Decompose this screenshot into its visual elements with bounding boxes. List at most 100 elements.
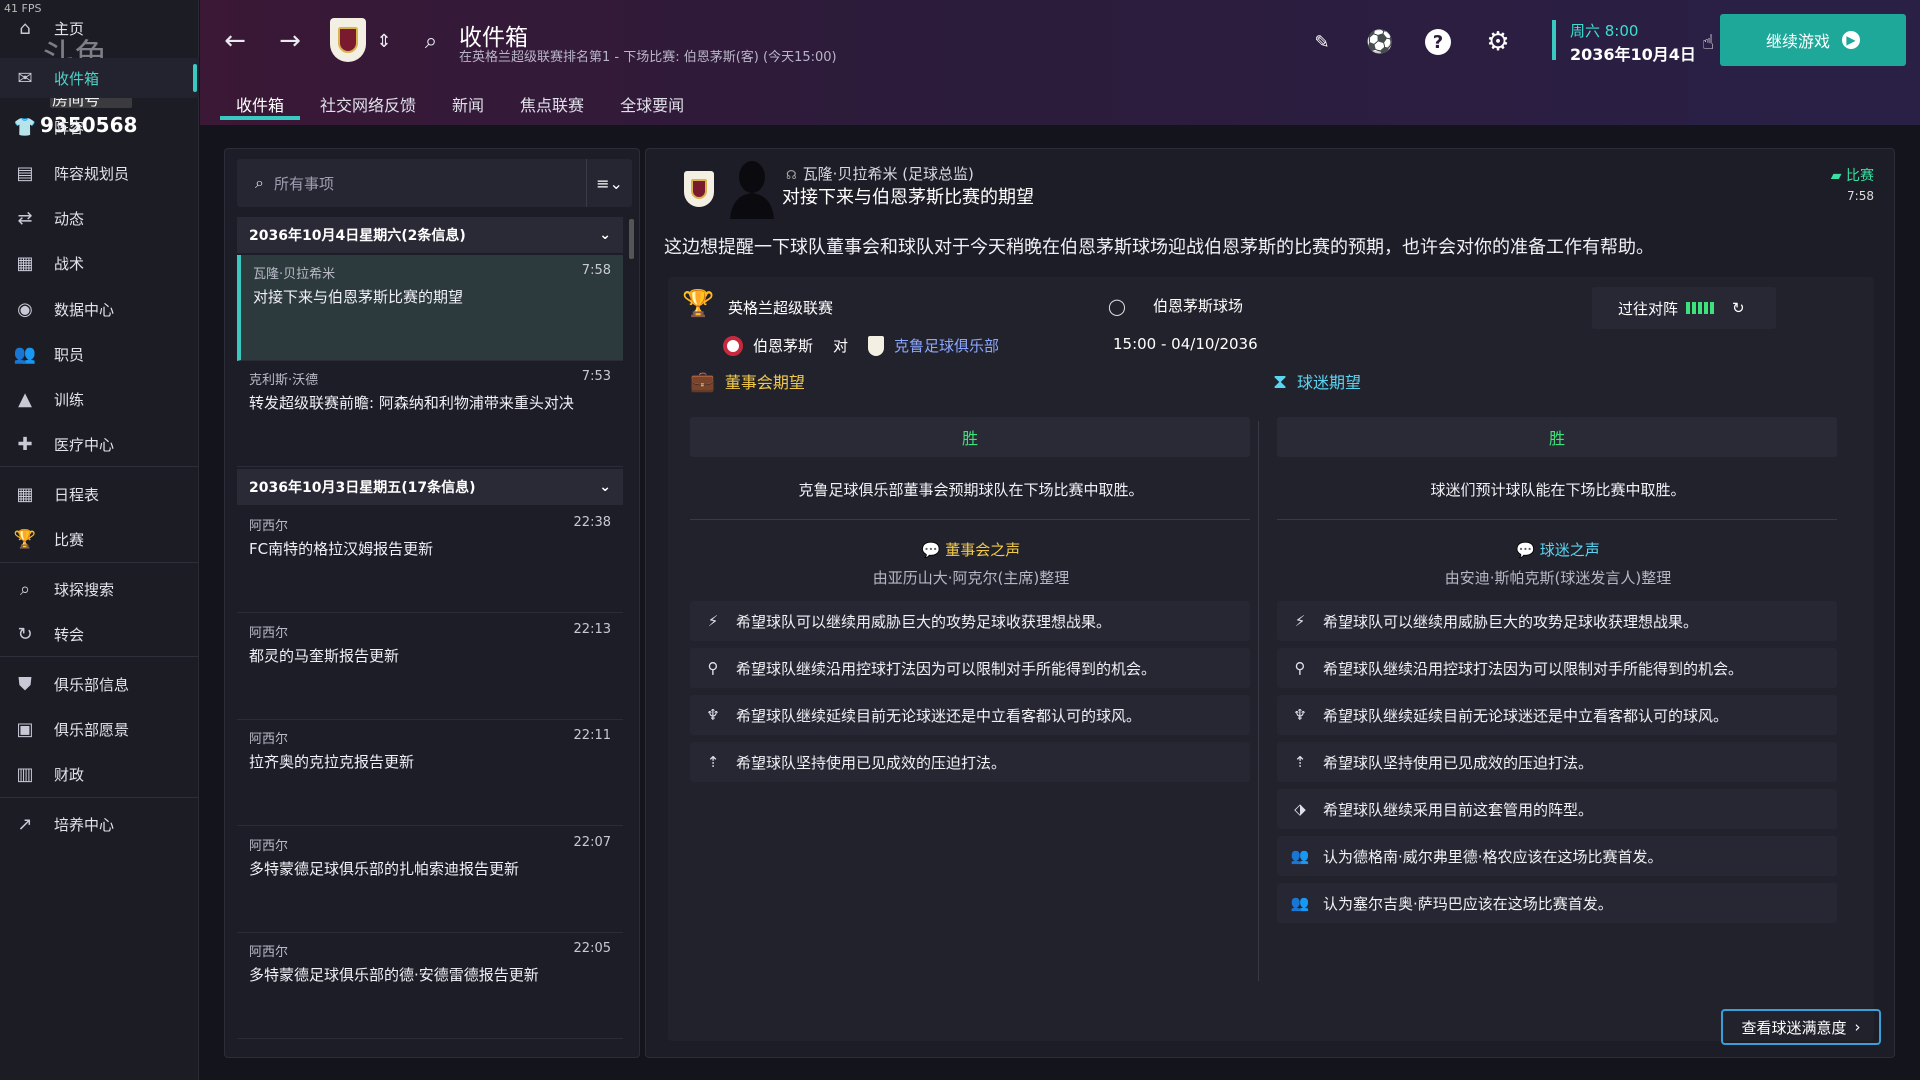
sidebar-item-scouting[interactable]: ⌕ 球探搜索 <box>0 569 199 609</box>
continue-label: 继续游戏 <box>1765 32 1830 51</box>
message-item[interactable]: 阿西尔 22:05 多特蒙德足球俱乐部的德·安德雷德报告更新 <box>237 933 623 1039</box>
fans-result: 胜 <box>1277 417 1837 457</box>
sidebar-item-dynamics[interactable]: ⇄ 动态 <box>0 198 199 238</box>
away-team[interactable]: 克鲁足球俱乐部 <box>894 335 999 356</box>
settings-button[interactable]: ⚙ <box>1482 26 1514 58</box>
voice-text: 希望球队坚持使用已见成效的压迫打法。 <box>1323 753 1594 772</box>
board-header: 💼 董事会期望 <box>690 369 805 393</box>
inbox-filter[interactable]: ⌕ 所有事项 ≡⌄ <box>237 159 632 207</box>
message-item[interactable]: 克利斯·沃德 7:53 转发超级联赛前瞻: 阿森纳和利物浦带来重头对决 <box>237 361 623 467</box>
sidebar-item-home[interactable]: ⌂ 主页 <box>0 8 199 48</box>
sidebar-item-data-hub[interactable]: ◉ 数据中心 <box>0 289 199 329</box>
tab-social-feed[interactable]: 社交网络反馈 <box>302 88 434 120</box>
sidebar-item-squad[interactable]: 👕 阵容 <box>0 107 199 147</box>
sidebar-item-label: 收件箱 <box>54 69 100 88</box>
fan-expectations: ⧗ 球迷期望 胜 球迷们预计球队能在下场比赛中取胜。 💬 球迷之声 由安迪·斯帕克… <box>1265 369 1851 975</box>
pencil-icon: ✎ <box>1314 31 1330 53</box>
message-time: 22:13 <box>573 622 611 637</box>
board-expectations: 💼 董事会期望 胜 克鲁足球俱乐部董事会预期球队在下场比赛中取胜。 💬 董事会之声… <box>678 369 1264 975</box>
sidebar-item-label: 主页 <box>54 19 85 38</box>
top-bar: ← → ⇕ ⌕ 收件箱 在英格兰超级联赛排名第1 - 下场比赛: 伯恩茅斯(客)… <box>200 0 1920 125</box>
club-crest-button[interactable] <box>330 18 366 62</box>
tab-inbox[interactable]: 收件箱 <box>218 88 302 120</box>
sidebar-item-finances[interactable]: ▥ 财政 <box>0 754 199 794</box>
message-from: 阿西尔 <box>249 519 289 534</box>
voice-text: 希望球队继续延续目前无论球迷还是中立看客都认可的球风。 <box>1323 706 1729 725</box>
football-button[interactable]: ⚽ <box>1364 26 1396 58</box>
club-switch-button[interactable]: ⇕ <box>367 24 401 58</box>
sidebar-item-label: 球探搜索 <box>54 580 115 599</box>
forward-button[interactable]: → <box>273 24 307 58</box>
message-subject: 拉齐奥的克拉克报告更新 <box>249 753 415 771</box>
competition-name[interactable]: 英格兰超级联赛 <box>728 297 833 318</box>
day-group-header[interactable]: 2036年10月4日星期六(2条信息) ⌄ <box>237 217 623 253</box>
message-item[interactable]: 阿西尔 22:11 拉齐奥的克拉克报告更新 <box>237 720 623 826</box>
sidebar-divider <box>0 797 199 798</box>
message-from: 克利斯·沃德 <box>249 373 319 388</box>
dynamics-icon: ⇄ <box>17 207 33 229</box>
tab-world-news[interactable]: 全球要闻 <box>602 88 702 120</box>
home-team[interactable]: 伯恩茅斯 <box>753 335 813 356</box>
sidebar-item-schedule[interactable]: ▦ 日程表 <box>0 474 199 514</box>
scrollbar[interactable] <box>629 219 634 259</box>
message-item[interactable]: 阿西尔 22:13 都灵的马奎斯报告更新 <box>237 614 623 720</box>
message-subject-title: 对接下来与伯恩茅斯比赛的期望 <box>782 187 1034 208</box>
message-item[interactable]: 瓦隆·贝拉希米 7:58 对接下来与伯恩茅斯比赛的期望 <box>237 255 623 361</box>
vs-label: 对 <box>833 337 849 355</box>
venue-name[interactable]: 伯恩茅斯球场 <box>1153 295 1243 316</box>
sidebar-item-inbox[interactable]: ✉ 收件箱 <box>0 58 199 98</box>
sidebar-item-medical[interactable]: ✚ 医疗中心 <box>0 424 199 464</box>
continue-button[interactable]: 继续游戏 ▶ <box>1720 14 1906 66</box>
gear-icon: ⚙ <box>1486 27 1510 57</box>
menu-icon: ≡⌄ <box>596 173 623 193</box>
message-item[interactable]: 阿西尔 22:38 FC南特的格拉汉姆报告更新 <box>237 507 623 613</box>
sidebar-item-development[interactable]: ↗ 培养中心 <box>0 804 199 844</box>
view-fan-satisfaction-button[interactable]: 查看球迷满意度 › <box>1721 1009 1881 1045</box>
sender-name[interactable]: ☊ 瓦隆·贝拉希米 (足球总监) <box>786 163 974 184</box>
message-subject: 转发超级联赛前瞻: 阿森纳和利物浦带来重头对决 <box>249 394 574 412</box>
tab-news[interactable]: 新闻 <box>434 88 502 120</box>
club-crest-icon <box>338 27 358 53</box>
message-item[interactable]: 阿西尔 22:07 多特蒙德足球俱乐部的扎帕索迪报告更新 <box>237 827 623 933</box>
edit-button[interactable]: ✎ <box>1306 26 1338 58</box>
back-button[interactable]: ← <box>218 24 252 58</box>
home-icon: ⌂ <box>19 17 31 39</box>
sidebar-item-label: 战术 <box>54 254 85 273</box>
help-icon: ? <box>1425 29 1451 55</box>
message-time: 7:58 <box>581 263 611 278</box>
day-group-header[interactable]: 2036年10月3日星期五(17条信息) ⌄ <box>237 469 623 505</box>
stadium-icon: ◯ <box>1108 297 1126 316</box>
chevron-down-icon: ⌄ <box>599 479 611 495</box>
sidebar-item-label: 阵容 <box>54 118 85 137</box>
search-button[interactable]: ⌕ <box>414 24 448 58</box>
arrow-right-circle-icon: ▶ <box>1842 31 1860 49</box>
help-button[interactable]: ? <box>1422 26 1454 58</box>
sidebar-item-label: 俱乐部愿景 <box>54 720 130 739</box>
sidebar-item-club-vision[interactable]: ▣ 俱乐部愿景 <box>0 709 199 749</box>
page-subtitle: 在英格兰超级联赛排名第1 - 下场比赛: 伯恩茅斯(客) (今天15:00) <box>459 50 837 65</box>
players-icon: 👥 <box>1290 847 1310 865</box>
sidebar-item-club-info[interactable]: ⛊ 俱乐部信息 <box>0 664 199 704</box>
board-title: 董事会期望 <box>724 373 805 392</box>
sidebar-item-transfers[interactable]: ↻ 转会 <box>0 614 199 654</box>
sidebar-item-training[interactable]: ▲ 训练 <box>0 379 199 419</box>
sidebar-item-label: 动态 <box>54 209 85 228</box>
sidebar-item-staff[interactable]: 👥 职员 <box>0 334 199 374</box>
arrow-left-icon: ← <box>224 26 246 56</box>
sidebar-item-label: 职员 <box>54 345 85 364</box>
message-time: 22:11 <box>573 728 611 743</box>
filter-menu-button[interactable]: ≡⌄ <box>586 159 632 207</box>
head-to-head-button[interactable]: 过往对阵 ↻ <box>1592 287 1776 329</box>
fans-voice-title: 球迷之声 <box>1539 541 1600 559</box>
sidebar-item-label: 转会 <box>54 625 85 644</box>
inbox-filter-input[interactable]: 所有事项 <box>274 173 586 194</box>
sidebar-item-tactics[interactable]: ▦ 战术 <box>0 243 199 283</box>
sender-avatar[interactable] <box>728 157 776 219</box>
sidebar-item-competitions[interactable]: 🏆 比赛 <box>0 519 199 559</box>
style-icon: ♆ <box>706 706 720 724</box>
voice-text: 希望球队可以继续用威胁巨大的攻势足球收获理想战果。 <box>736 612 1112 631</box>
game-date[interactable]: 周六 8:00 2036年10月4日 <box>1552 20 1696 64</box>
tab-focus-leagues[interactable]: 焦点联赛 <box>502 88 602 120</box>
sidebar-item-squad-planner[interactable]: ▤ 阵容规划员 <box>0 153 199 193</box>
message-subject: 都灵的马奎斯报告更新 <box>249 647 400 665</box>
